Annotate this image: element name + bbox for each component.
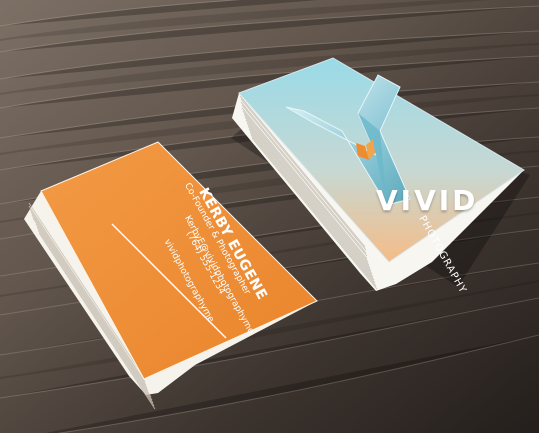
business-cards-photo: KERBY EUGENE Co-Founder & Photographer (… [0, 0, 539, 433]
brand-logo-text: VIVID [376, 184, 479, 217]
